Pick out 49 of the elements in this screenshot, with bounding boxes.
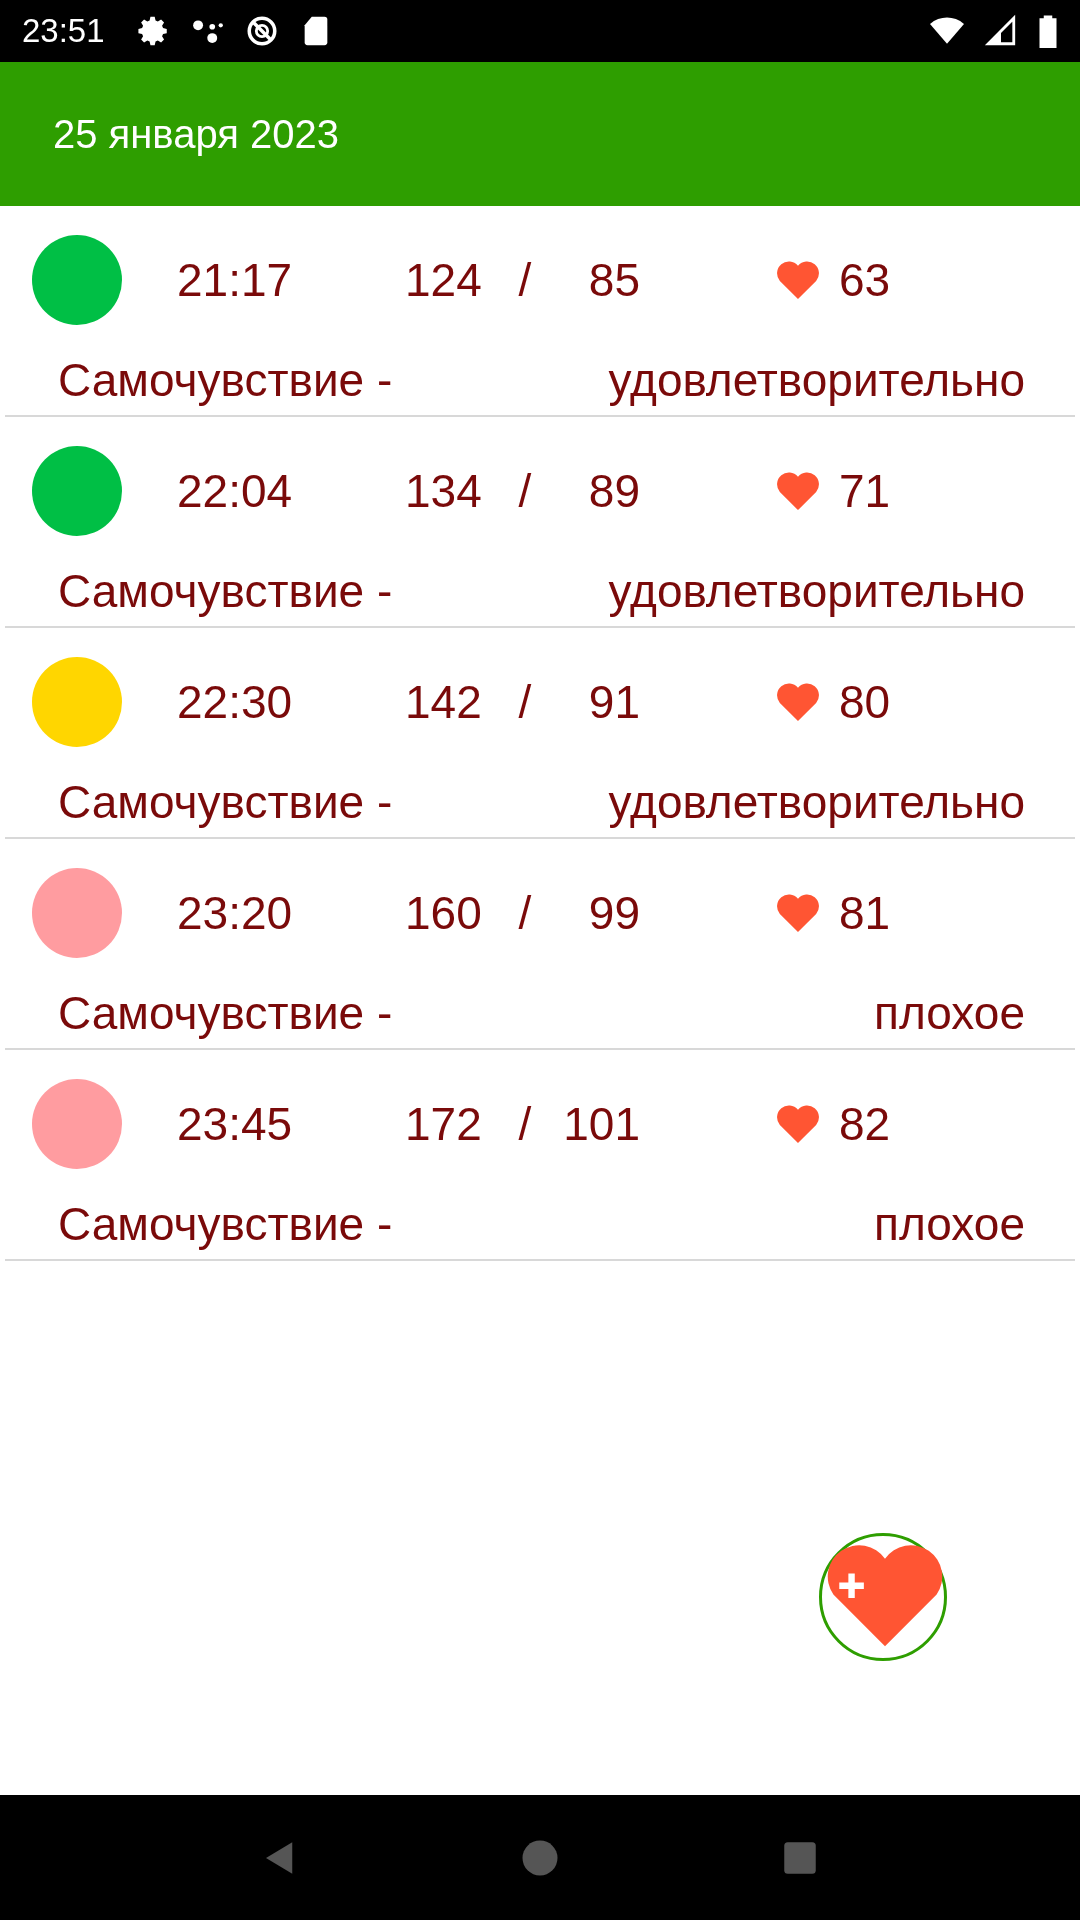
separator: / [517, 1097, 533, 1151]
battery-icon [1038, 14, 1058, 48]
wellbeing-label: Самочувствие - [58, 775, 393, 829]
diastolic-value: 85 [587, 253, 640, 307]
pulse-value: 71 [839, 464, 891, 518]
measurement-row[interactable]: 23:20 160 / 99 81 Самочувствие - плохое [5, 839, 1075, 1050]
wellbeing-value: удовлетворительно [608, 564, 1025, 618]
wellbeing-value: плохое [874, 1197, 1025, 1251]
measurement-row[interactable]: 23:45 172 / 101 82 Самочувствие - плохое [5, 1050, 1075, 1261]
wellbeing-value: плохое [874, 986, 1025, 1040]
signal-icon [984, 14, 1018, 48]
status-time: 23:51 [22, 12, 105, 50]
diastolic-value: 89 [587, 464, 640, 518]
heart-icon [775, 470, 821, 512]
wellbeing-value: удовлетворительно [608, 353, 1025, 407]
separator: / [517, 886, 533, 940]
systolic-value: 134 [405, 464, 483, 518]
measurement-row[interactable]: 22:30 142 / 91 80 Самочувствие - удовлетворительно [5, 628, 1075, 839]
wellbeing-label: Самочувствие - [58, 1197, 393, 1251]
diastolic-value: 101 [562, 1097, 640, 1151]
systolic-value: 142 [405, 675, 483, 729]
pulse-value: 82 [839, 1097, 891, 1151]
separator: / [517, 253, 533, 307]
measurement-time: 23:20 [177, 886, 294, 940]
diastolic-value: 91 [587, 675, 640, 729]
systolic-value: 124 [405, 253, 483, 307]
systolic-value: 172 [405, 1097, 483, 1151]
pulse-value: 81 [839, 886, 891, 940]
wellbeing-label: Самочувствие - [58, 986, 393, 1040]
measurement-time: 21:17 [177, 253, 294, 307]
wellbeing-label: Самочувствие - [58, 353, 393, 407]
measurement-time: 23:45 [177, 1097, 294, 1151]
separator: / [517, 675, 533, 729]
pulse-value: 80 [839, 675, 891, 729]
separator: / [517, 464, 533, 518]
heart-icon [775, 681, 821, 723]
pulse-value: 63 [839, 253, 891, 307]
diastolic-value: 99 [587, 886, 640, 940]
date-title: 25 января 2023 [53, 111, 339, 157]
heart-icon [775, 259, 821, 301]
wellbeing-label: Самочувствие - [58, 564, 393, 618]
measurement-time: 22:04 [177, 464, 294, 518]
measurement-row[interactable]: 21:17 124 / 85 63 Самочувствие - удовлетворительно [5, 206, 1075, 417]
heart-icon [775, 892, 821, 934]
heart-icon [775, 1103, 821, 1145]
measurement-row[interactable]: 22:04 134 / 89 71 Самочувствие - удовлетворительно [5, 417, 1075, 628]
wellbeing-value: удовлетворительно [608, 775, 1025, 829]
measurement-time: 22:30 [177, 675, 294, 729]
systolic-value: 160 [405, 886, 483, 940]
